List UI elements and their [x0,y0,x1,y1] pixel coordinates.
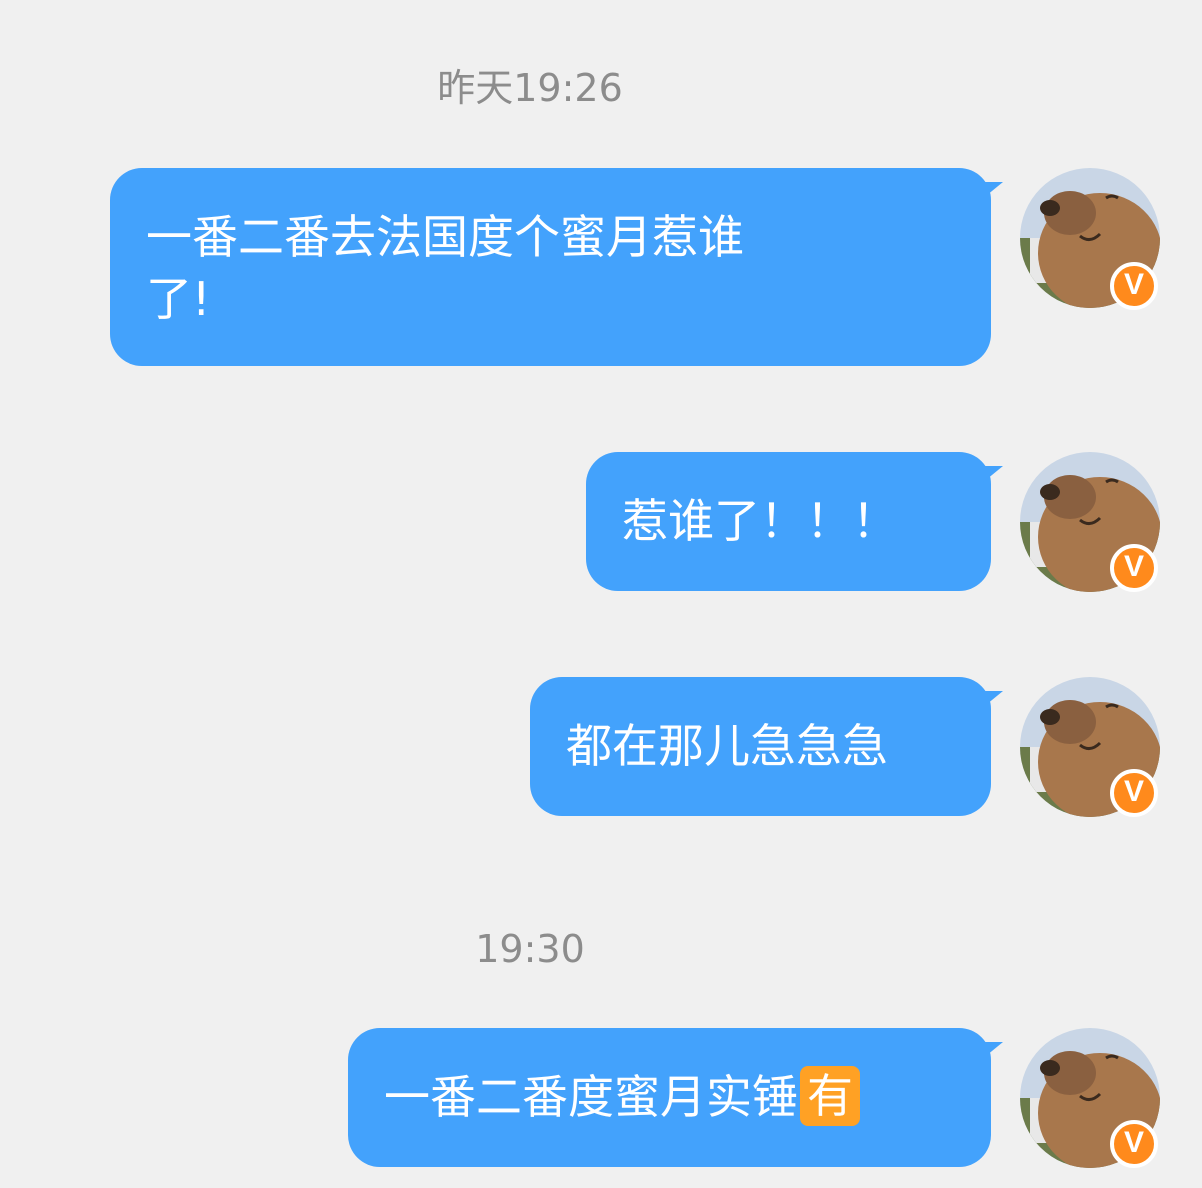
verified-v-badge-icon: V [1110,769,1158,817]
message-bubble[interactable]: 都在那儿急急急 [530,677,1003,816]
message-bubble[interactable]: 惹谁了！！！ [586,452,1003,591]
message-text: 一番二番去法国度个蜜月惹谁 了! [146,210,744,326]
message-text: 惹谁了！！！ [622,494,898,548]
message-bubble[interactable]: 一番二番去法国度个蜜月惹谁 了! [110,168,1003,366]
message-text: 都在那儿急急急 [566,719,888,773]
verified-v-badge-icon: V [1110,1120,1158,1168]
message-bubble[interactable]: 一番二番度蜜月实锤有 [348,1028,1003,1167]
emoji-you-icon: 有 [800,1066,860,1126]
verified-v-badge-icon: V [1110,544,1158,592]
verified-v-badge-icon: V [1110,262,1158,310]
chat-screen: 昨天19:26 一番二番去法国度个蜜月惹谁 了! V 惹谁了！！！ V 都在那儿… [0,0,1202,1188]
timestamp: 昨天19:26 [437,66,623,110]
timestamp: 19:30 [475,927,585,971]
message-text: 一番二番度蜜月实锤 [384,1070,798,1124]
